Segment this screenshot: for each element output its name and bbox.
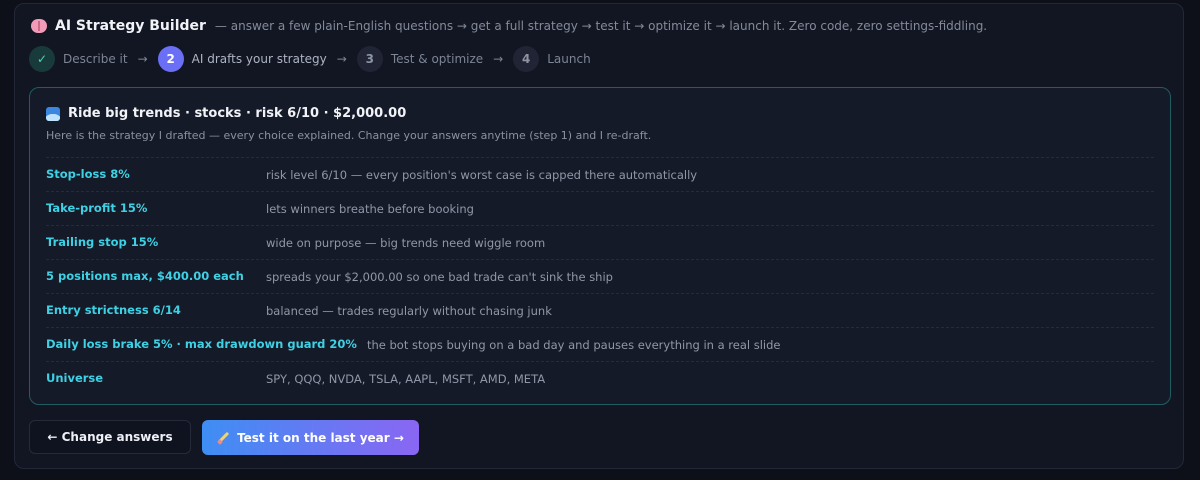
strategy-row-take-profit: Take-profit 15% lets winners breathe bef…: [46, 191, 1154, 225]
test-strategy-button[interactable]: Test it on the last year →: [202, 420, 419, 455]
step-4-badge[interactable]: 4: [513, 46, 540, 72]
step-2-label[interactable]: AI drafts your strategy: [192, 52, 327, 66]
strategy-row-universe: Universe SPY, QQQ, NVDA, TSLA, AAPL, MSF…: [46, 361, 1154, 395]
page-subtitle: — answer a few plain-English questions →…: [214, 19, 988, 33]
row-value: spreads your $2,000.00 so one bad trade …: [266, 269, 613, 284]
strategy-row-trailing-stop: Trailing stop 15% wide on purpose — big …: [46, 225, 1154, 259]
row-value: wide on purpose — big trends need wiggle…: [266, 235, 546, 250]
stepper: ✓ Describe it → 2 AI drafts your strateg…: [29, 46, 591, 72]
row-value: lets winners breathe before booking: [266, 201, 474, 216]
test-strategy-label: Test it on the last year →: [237, 430, 404, 445]
row-key: Entry strictness 6/14: [46, 302, 181, 317]
step-1-check-icon[interactable]: ✓: [29, 46, 55, 72]
step-arrow: →: [493, 52, 504, 66]
strategy-row-entry-strictness: Entry strictness 6/14 balanced — trades …: [46, 293, 1154, 327]
page-title: AI Strategy Builder: [55, 18, 206, 34]
row-key: 5 positions max, $400.00 each: [46, 268, 244, 283]
strategy-card: Ride big trends · stocks · risk 6/10 · $…: [29, 87, 1171, 405]
row-value: SPY, QQQ, NVDA, TSLA, AAPL, MSFT, AMD, M…: [266, 371, 546, 386]
strategy-builder-panel: AI Strategy Builder — answer a few plain…: [14, 3, 1184, 469]
step-2-badge[interactable]: 2: [157, 46, 184, 72]
change-answers-button[interactable]: ← Change answers: [29, 420, 191, 454]
row-key: Stop-loss 8%: [46, 166, 130, 181]
header: AI Strategy Builder — answer a few plain…: [31, 18, 987, 34]
strategy-row-positions: 5 positions max, $400.00 each spreads yo…: [46, 259, 1154, 293]
step-1-label[interactable]: Describe it: [63, 52, 128, 66]
pencil-icon: [217, 432, 229, 444]
wave-icon: [46, 106, 60, 121]
row-value: balanced — trades regularly without chas…: [266, 303, 552, 318]
step-3-badge[interactable]: 3: [356, 46, 383, 72]
step-arrow: →: [137, 52, 148, 66]
step-4-label[interactable]: Launch: [547, 52, 590, 66]
row-key: Universe: [46, 370, 104, 385]
card-title: Ride big trends · stocks · risk 6/10 · $…: [46, 106, 406, 121]
strategy-row-loss-brake: Daily loss brake 5% · max drawdown guard…: [46, 327, 1154, 361]
strategy-row-stop-loss: Stop-loss 8% risk level 6/10 — every pos…: [46, 157, 1154, 191]
brain-icon: [31, 19, 47, 33]
row-key: Daily loss brake 5% · max drawdown guard…: [46, 336, 357, 351]
strategy-rows: Stop-loss 8% risk level 6/10 — every pos…: [46, 157, 1154, 395]
step-arrow: →: [336, 52, 347, 66]
row-value: risk level 6/10 — every position's worst…: [266, 167, 698, 182]
step-3-label[interactable]: Test & optimize: [391, 52, 483, 66]
row-value: the bot stops buying on a bad day and pa…: [366, 337, 781, 352]
row-key: Trailing stop 15%: [46, 234, 159, 249]
row-key: Take-profit 15%: [46, 200, 148, 215]
card-title-text: Ride big trends · stocks · risk 6/10 · $…: [68, 106, 407, 121]
card-subtitle: Here is the strategy I drafted — every c…: [46, 129, 652, 142]
